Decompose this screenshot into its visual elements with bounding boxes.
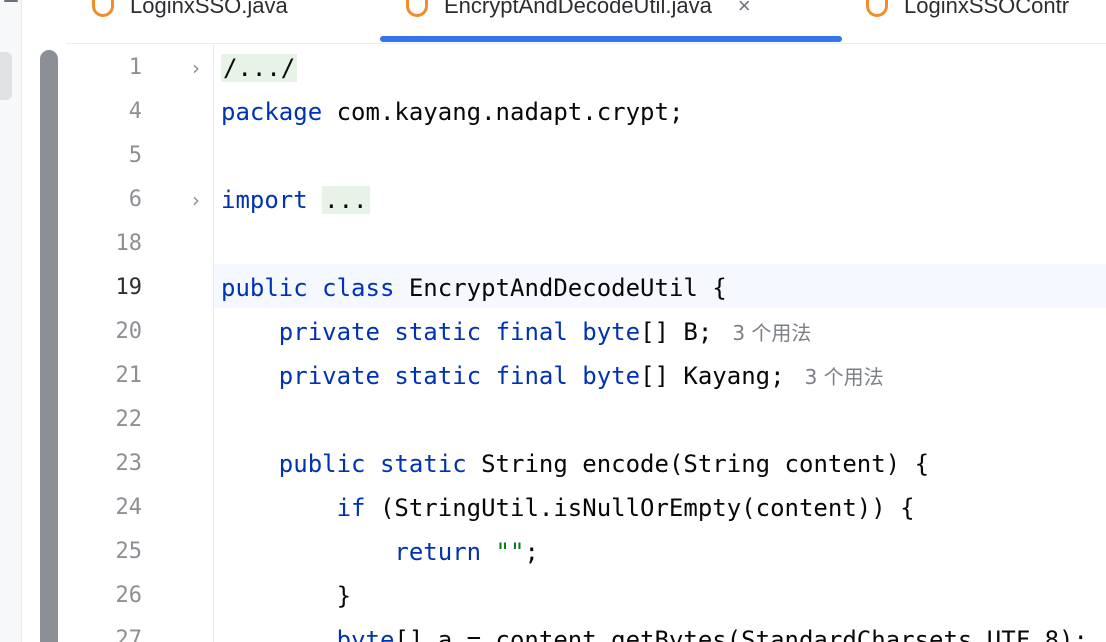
line-number: 25 <box>115 539 143 564</box>
keyword: final <box>495 362 568 390</box>
project-tool-button[interactable] <box>0 52 12 100</box>
folded-imports[interactable]: ... <box>322 186 370 214</box>
keyword: return <box>394 538 482 566</box>
keyword: static <box>379 450 467 478</box>
method-signature: String encode(String content) { <box>466 450 930 478</box>
keyword: static <box>394 318 482 346</box>
line-number: 27 <box>115 627 143 642</box>
class-declaration: EncryptAndDecodeUtil { <box>394 274 727 302</box>
project-panel-scrollbar[interactable] <box>40 50 58 642</box>
usages-hint[interactable]: 3 个用法 <box>805 365 884 389</box>
line-number: 22 <box>115 407 143 432</box>
tab-loginx-sso-controller[interactable]: LoginxSSOContr <box>866 0 1069 26</box>
tab-label: LoginxSSO.java <box>130 0 288 18</box>
editor-tab-bar: LoginxSSO.java EncryptAndDecodeUtil.java… <box>66 0 1106 44</box>
fold-chevron-icon[interactable]: › <box>192 46 206 90</box>
active-tab-indicator <box>380 36 842 42</box>
code-line-19[interactable]: public class EncryptAndDecodeUtil { <box>221 266 727 310</box>
line-number: 5 <box>128 143 142 168</box>
code-line-26[interactable]: } <box>221 574 351 618</box>
code-line-1[interactable]: /.../ <box>221 46 298 90</box>
keyword: public <box>278 450 366 478</box>
code-line-20[interactable]: private static final byte[] B; 3 个用法 <box>221 310 812 354</box>
java-file-icon <box>866 0 888 17</box>
line-number: 6 <box>128 187 142 212</box>
line-number: 23 <box>115 451 143 476</box>
string-literal: "" <box>495 538 525 566</box>
closing-brace: } <box>336 582 352 610</box>
usages-hint[interactable]: 3 个用法 <box>732 321 811 345</box>
code-line-23[interactable]: public static String encode(String conte… <box>221 442 929 486</box>
line-number-gutter[interactable]: 1 › 4 5 6 › 18 19 20 21 22 23 24 25 26 2… <box>66 44 214 642</box>
tab-label: LoginxSSOContr <box>904 0 1070 18</box>
field-declaration: [] Kayang; <box>640 362 785 390</box>
menu-icon[interactable] <box>4 0 18 2</box>
line-number: 4 <box>128 99 142 124</box>
fold-chevron-icon[interactable]: › <box>192 178 206 222</box>
tab-label: EncryptAndDecodeUtil.java <box>444 0 712 18</box>
code-editor: LoginxSSO.java EncryptAndDecodeUtil.java… <box>66 0 1106 642</box>
keyword: private <box>278 318 380 346</box>
code-line-25[interactable]: return ""; <box>221 530 539 574</box>
line-number: 18 <box>115 231 143 256</box>
code-line-6[interactable]: import ... <box>221 178 370 222</box>
line-number: 20 <box>115 319 143 344</box>
keyword: class <box>322 274 395 302</box>
keyword: package <box>221 98 323 126</box>
line-number: 21 <box>115 363 143 388</box>
keyword: static <box>394 362 482 390</box>
keyword: if <box>336 494 366 522</box>
keyword: byte <box>582 318 641 346</box>
folded-comment[interactable]: /.../ <box>221 54 298 82</box>
tool-window-strip <box>0 0 22 642</box>
close-icon[interactable]: × <box>738 0 751 19</box>
tab-loginx-sso[interactable]: LoginxSSO.java <box>92 0 288 26</box>
java-file-icon <box>406 0 428 17</box>
keyword: import <box>221 186 308 214</box>
keyword: public <box>221 274 308 302</box>
keyword: private <box>278 362 380 390</box>
code-line-27[interactable]: byte[] a = content.getBytes(StandardChar… <box>221 618 1088 642</box>
java-file-icon <box>92 0 114 17</box>
variable-declaration: [] a = content.getBytes(StandardCharsets… <box>394 626 1088 642</box>
line-number-current: 19 <box>115 275 143 300</box>
code-line-4[interactable]: package com.kayang.nadapt.crypt; <box>221 90 683 134</box>
keyword: byte <box>582 362 641 390</box>
if-condition: (StringUtil.isNullOrEmpty(content)) { <box>365 494 915 522</box>
semicolon: ; <box>524 538 539 566</box>
line-number: 26 <box>115 583 143 608</box>
code-line-24[interactable]: if (StringUtil.isNullOrEmpty(content)) { <box>221 486 915 530</box>
tab-encrypt-and-decode-util[interactable]: EncryptAndDecodeUtil.java × <box>406 0 751 26</box>
line-number: 24 <box>115 495 143 520</box>
keyword: final <box>495 318 568 346</box>
field-declaration: [] B; <box>640 318 713 346</box>
code-line-21[interactable]: private static final byte[] Kayang; 3 个用法 <box>221 354 884 398</box>
line-number: 1 <box>128 55 142 80</box>
keyword: byte <box>336 626 395 642</box>
package-name: com.kayang.nadapt.crypt; <box>322 98 684 126</box>
